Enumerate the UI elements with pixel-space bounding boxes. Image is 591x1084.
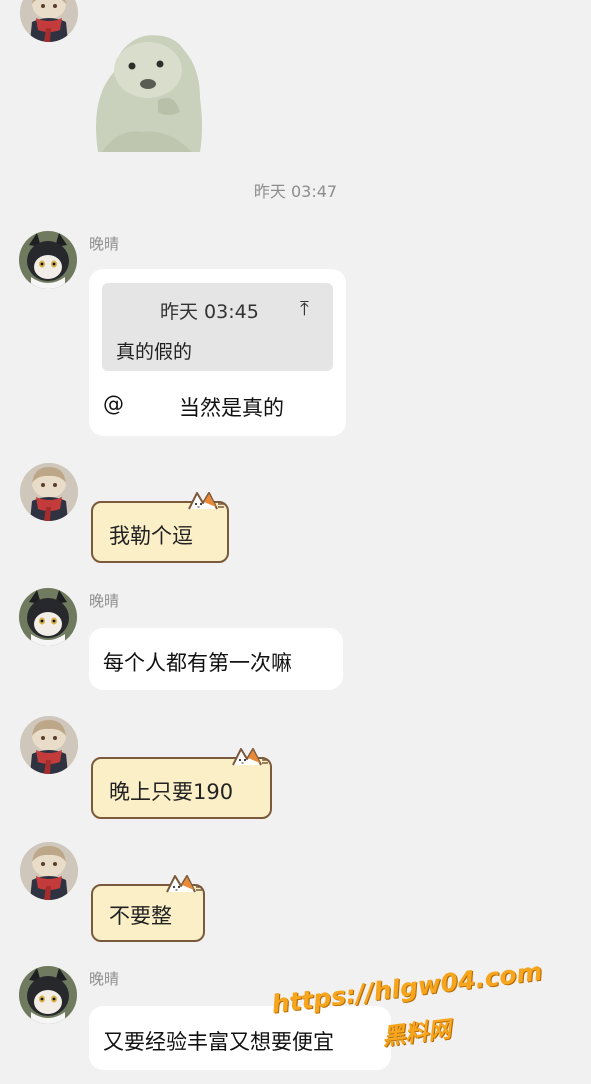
jump-to-message-icon[interactable]: ⤒ bbox=[300, 296, 309, 320]
avatar[interactable] bbox=[19, 588, 77, 646]
message-text: 我勒个逗 bbox=[109, 524, 193, 548]
avatar[interactable] bbox=[20, 0, 78, 42]
message-text: 每个人都有第一次嘛 bbox=[103, 651, 292, 675]
avatar-image bbox=[20, 716, 78, 774]
sender-name: 晚晴 bbox=[89, 970, 120, 988]
avatar-image bbox=[20, 842, 78, 900]
sender-name: 晚晴 bbox=[89, 592, 120, 610]
avatar-image bbox=[19, 588, 77, 646]
cat-message-bubble[interactable]: 我勒个逗 bbox=[91, 492, 229, 563]
reply-message-bubble[interactable]: 昨天 03:45 ⤒ 真的假的 @ 当然是真的 bbox=[89, 269, 346, 436]
message-text: 晚上只要190 bbox=[109, 780, 234, 804]
message-bubble[interactable]: 又要经验丰富又想要便宜 bbox=[89, 1006, 391, 1070]
message-text: 当然是真的 bbox=[179, 396, 284, 420]
avatar[interactable] bbox=[20, 842, 78, 900]
message-text: 不要整 bbox=[109, 904, 172, 928]
cat-message-bubble[interactable]: 不要整 bbox=[91, 875, 205, 942]
avatar-image bbox=[19, 966, 77, 1024]
cat-ear-icon bbox=[232, 748, 269, 766]
quote-text: 真的假的 bbox=[116, 341, 193, 363]
avatar[interactable] bbox=[19, 231, 77, 289]
seal-sticker-image bbox=[96, 35, 202, 152]
avatar-image bbox=[19, 231, 77, 289]
message-text: 又要经验丰富又想要便宜 bbox=[103, 1030, 334, 1054]
avatar-image bbox=[20, 463, 78, 521]
message-bubble[interactable]: 每个人都有第一次嘛 bbox=[89, 628, 343, 690]
cat-message-bubble[interactable]: 晚上只要190 bbox=[91, 748, 272, 819]
quoted-message[interactable]: 昨天 03:45 ⤒ 真的假的 bbox=[102, 283, 333, 371]
mention-tag[interactable]: @ bbox=[103, 392, 124, 416]
cat-ear-icon bbox=[166, 875, 203, 893]
cat-ear-icon bbox=[188, 492, 225, 510]
avatar[interactable] bbox=[20, 463, 78, 521]
avatar[interactable] bbox=[20, 716, 78, 774]
avatar-image bbox=[20, 0, 78, 42]
quote-time: 昨天 03:45 bbox=[160, 301, 259, 323]
avatar[interactable] bbox=[19, 966, 77, 1024]
seal-sticker[interactable] bbox=[88, 28, 208, 154]
timestamp-divider: 昨天 03:47 bbox=[253, 182, 338, 201]
sender-name: 晚晴 bbox=[89, 235, 120, 253]
